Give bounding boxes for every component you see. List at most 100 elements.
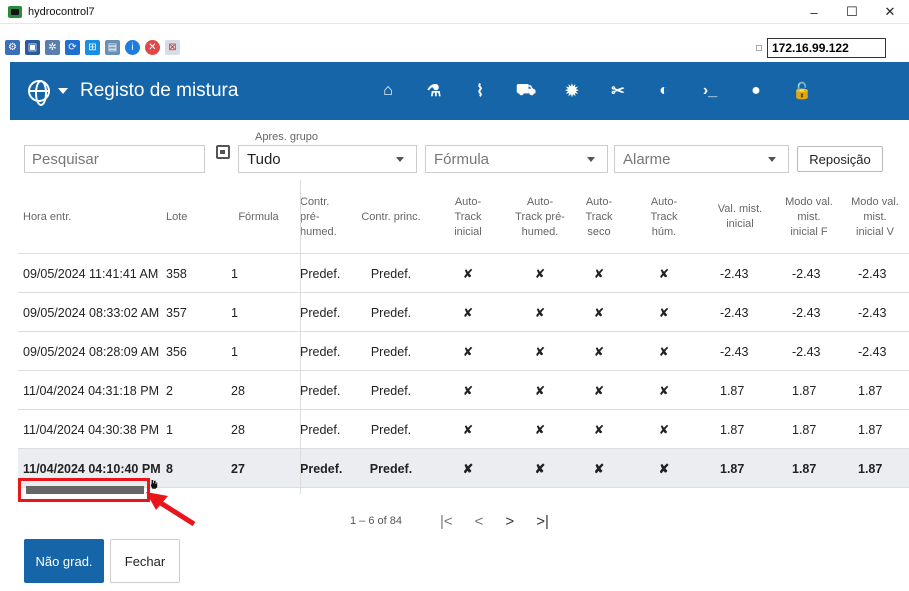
terminal-icon[interactable]: ›_ [687,62,733,120]
calendar-icon[interactable] [216,145,230,159]
toggle-icon[interactable]: ◐ [641,62,687,120]
gear-icon[interactable]: ✹ [549,62,595,120]
table-cell: 8 [166,461,173,476]
cross-icon: ✘ [658,423,670,437]
view-icon[interactable]: ▤ [105,39,120,55]
table-cell: 11/04/2024 04:31:18 PM [23,383,159,398]
cross-icon: ✘ [462,306,474,320]
formula-select[interactable]: Fórmula [425,145,608,173]
chart-icon[interactable]: ⌇ [457,62,503,120]
column-header[interactable]: Val. mist. inicial [710,180,770,254]
user-icon[interactable]: ● [733,62,779,120]
table-cell: -2.43 [858,305,887,320]
table-cell: 1.87 [792,422,817,437]
home-icon[interactable]: ⌂ [365,62,411,120]
table-cell: Predef. [370,422,412,437]
app-bar: Registo de mistura ⌂ ⚗ ⌇ ⛟ ✹ ✂ ◐ ›_ ● 🔓 [10,62,909,120]
table-cell: Predef. [370,344,412,359]
column-header[interactable]: Hora entr. [23,180,163,254]
column-header[interactable]: Lote [166,180,191,254]
cross-icon: ✘ [534,267,546,281]
column-header[interactable]: Modo val. mist. inicial V [844,180,906,254]
batch-table: Hora entr. Lote Fórmula Contr. pré- humed. C… [18,180,909,488]
cross-icon: ✘ [658,267,670,281]
annotation-arrow-icon [146,492,196,527]
column-header[interactable]: Contr. princ. [356,180,426,254]
table-cell: Predef. [300,344,341,359]
table-row[interactable]: 09/05/2024 08:28:09 AM 356 1 Predef. Predef.… [18,332,909,371]
table-row[interactable]: 11/04/2024 04:30:38 PM 1 28 Predef. Predef. ✘… [18,410,909,449]
column-header[interactable]: Auto- Track inicial [440,180,496,254]
cross-icon: ✘ [658,384,670,398]
table-row[interactable]: 11/04/2024 04:31:18 PM 2 28 Predef. Predef. ✘… [18,371,909,410]
cross-icon: ✘ [534,423,546,437]
next-page-button[interactable]: > [505,513,514,530]
cross-icon: ✘ [462,384,474,398]
annotation-highlight-box [18,478,150,502]
table-cell: Predef. [300,305,341,320]
close-button[interactable]: Fechar [110,539,180,583]
windows-icon[interactable]: ⊞ [85,39,100,55]
table-cell: 1.87 [720,461,745,476]
table-cell: 356 [166,344,187,359]
refresh-icon[interactable]: ⟳ [65,39,80,55]
tools-icon[interactable]: ✂ [595,62,641,120]
column-header[interactable]: Auto- Track seco [577,180,621,254]
table-cell: 09/05/2024 08:28:09 AM [23,344,160,359]
table-cell: Predef. [370,305,412,320]
table-cell: -2.43 [792,266,821,281]
cross-icon: ✘ [534,384,546,398]
ungraded-button[interactable]: Não grad. [24,539,104,583]
table-row[interactable]: 09/05/2024 08:33:02 AM 357 1 Predef. Predef.… [18,293,909,332]
table-row[interactable]: 09/05/2024 11:41:41 AM 358 1 Predef. Predef.… [18,254,909,293]
table-header: Hora entr. Lote Fórmula Contr. pré- humed. C… [18,180,909,254]
lock-icon[interactable]: 🔓 [779,62,825,120]
info-icon[interactable]: i [125,39,140,55]
minimize-button[interactable]: – [795,0,833,24]
chevron-down-icon[interactable] [58,88,68,94]
formula-select-placeholder: Fórmula [434,151,490,168]
disconnect-icon[interactable]: ⊠ [165,39,180,55]
cross-icon: ✘ [593,306,605,320]
table-cell: -2.43 [792,344,821,359]
plant-icon[interactable]: ⛟ [503,62,549,120]
group-select-value: Tudo [247,151,281,168]
dropdown-arrow-icon [768,157,776,162]
prev-page-button[interactable]: < [475,513,484,530]
ip-address-field[interactable]: 172.16.99.122 [767,38,886,58]
group-select[interactable]: Tudo [238,145,417,173]
maximize-button[interactable]: ☐ [833,0,871,24]
search-input[interactable]: Pesquisar [24,145,205,173]
alarm-select[interactable]: Alarme [614,145,789,173]
table-cell: Predef. [369,461,413,476]
fullscreen-icon[interactable]: ▣ [25,39,40,55]
ip-indicator [756,45,762,51]
settings-icon[interactable]: ⚙ [5,39,20,55]
column-header[interactable]: Auto- Track pré- humed. [506,180,574,254]
cross-icon: ✘ [658,345,670,359]
table-cell: 1 [231,305,238,320]
cross-icon: ✘ [593,423,605,437]
column-header[interactable]: Fórmula [231,180,286,254]
reset-button[interactable]: Reposição [797,146,883,172]
table-cell: 28 [231,422,245,437]
table-cell: 11/04/2024 04:30:38 PM [23,422,159,437]
table-cell: 1.87 [792,383,817,398]
close-icon[interactable]: ✕ [145,39,160,55]
gear-icon[interactable]: ✲ [45,39,60,55]
table-cell: 1 [166,422,173,437]
column-header[interactable]: Modo val. mist. inicial F [778,180,840,254]
flask-icon[interactable]: ⚗ [411,62,457,120]
close-window-button[interactable]: ✕ [871,0,909,24]
table-cell: -2.43 [858,266,887,281]
cross-icon: ✘ [534,462,546,476]
last-page-button[interactable]: >| [536,513,549,530]
table-cell: -2.43 [858,344,887,359]
column-header[interactable]: Contr. pré- humed. [300,180,350,254]
globe-icon[interactable] [28,80,50,106]
table-cell: -2.43 [720,266,749,281]
column-header[interactable]: Auto- Track húm. [634,180,694,254]
dropdown-arrow-icon [587,157,595,162]
first-page-button[interactable]: |< [440,513,453,530]
table-cell: Predef. [370,266,412,281]
